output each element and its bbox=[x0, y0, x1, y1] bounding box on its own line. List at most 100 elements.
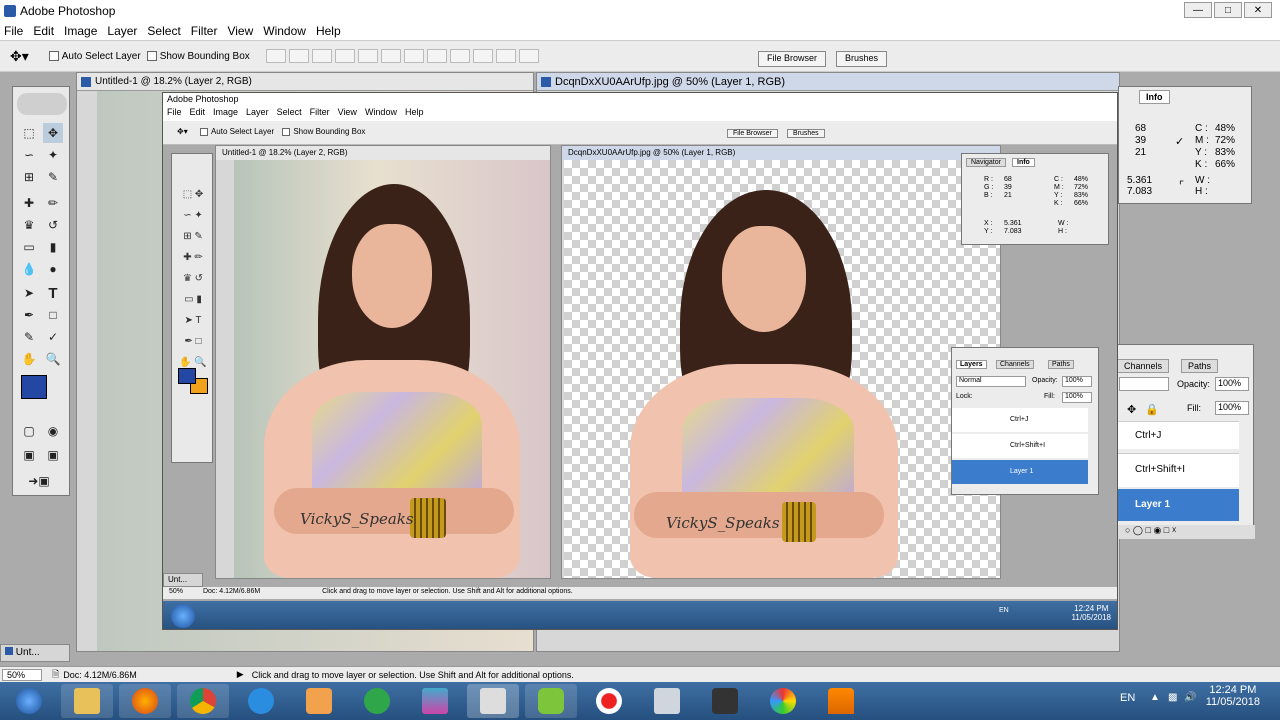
inner-tool-grid[interactable]: ⬚ ✥ ∽ ✦ ⊞ ✎ ✚ ✏ ♛ ↺ ▭ ▮ ➤ T ✒ □ ✋ 🔍 bbox=[174, 184, 212, 373]
inner-layer-row[interactable]: Ctrl+Shift+I bbox=[952, 434, 1088, 458]
inner-fill-input[interactable]: 100% bbox=[1062, 392, 1092, 403]
inner-show-bounding-checkbox[interactable]: Show Bounding Box bbox=[282, 127, 365, 136]
screen-mode-icon[interactable]: ▣ bbox=[19, 445, 39, 465]
move-tool-preset-icon[interactable]: ✥▾ bbox=[10, 48, 29, 65]
brush-tool-icon[interactable]: ✏ bbox=[43, 193, 63, 213]
inner-menu-layer[interactable]: Layer bbox=[246, 107, 269, 121]
start-button[interactable] bbox=[3, 684, 55, 718]
menu-view[interactable]: View bbox=[227, 24, 253, 38]
distribute-top-icon[interactable] bbox=[403, 49, 424, 63]
inner-navigator-tab[interactable]: Navigator bbox=[966, 158, 1006, 167]
inner-minimized-document-tab[interactable]: Unt... bbox=[163, 573, 203, 587]
marquee-tool-icon[interactable]: ⬚ bbox=[19, 123, 39, 143]
align-right-icon[interactable] bbox=[380, 49, 401, 63]
maximize-button[interactable]: □ bbox=[1214, 2, 1242, 18]
taskbar-camtasia[interactable] bbox=[525, 684, 577, 718]
taskbar-chrome[interactable] bbox=[177, 684, 229, 718]
taskbar-app-green[interactable] bbox=[351, 684, 403, 718]
inner-brushes-tab[interactable]: Brushes bbox=[787, 129, 825, 138]
align-left-icon[interactable] bbox=[334, 49, 355, 63]
layer-row-selected[interactable]: Layer 1 bbox=[1115, 489, 1239, 521]
inner-document-untitled[interactable]: Untitled-1 @ 18.2% (Layer 2, RGB) VickyS… bbox=[215, 145, 551, 579]
inner-auto-select-checkbox[interactable]: Auto Select Layer bbox=[199, 127, 274, 136]
notes-tool-icon[interactable]: ✎ bbox=[19, 327, 39, 347]
info-tab[interactable]: Info bbox=[1139, 90, 1170, 104]
inner-zoom-level[interactable]: 50% bbox=[169, 588, 183, 595]
taskbar-firefox[interactable] bbox=[119, 684, 171, 718]
taskbar-calculator[interactable] bbox=[641, 684, 693, 718]
volume-icon[interactable]: 🔊 bbox=[1184, 692, 1196, 703]
inner-layer-row-selected[interactable]: Layer 1 bbox=[952, 460, 1088, 484]
clone-stamp-icon[interactable]: ♛ bbox=[19, 215, 39, 235]
inner-menu-file[interactable]: File bbox=[167, 107, 182, 121]
taskbar-media[interactable] bbox=[293, 684, 345, 718]
taskbar-recorder[interactable] bbox=[583, 684, 635, 718]
inner-menu-view[interactable]: View bbox=[338, 107, 357, 121]
quickmask-mode-icon[interactable]: ◉ bbox=[43, 421, 63, 441]
move-tool-icon[interactable]: ✥ bbox=[43, 123, 63, 143]
inner-clock[interactable]: 12:24 PM 11/05/2018 bbox=[1072, 604, 1111, 622]
zoom-tool-icon[interactable]: 🔍 bbox=[43, 349, 63, 369]
taskbar-paint[interactable] bbox=[757, 684, 809, 718]
close-button[interactable]: ✕ bbox=[1244, 2, 1272, 18]
menu-edit[interactable]: Edit bbox=[33, 24, 54, 38]
inner-layers-tab[interactable]: Layers bbox=[956, 360, 987, 369]
file-browser-tab[interactable]: File Browser bbox=[758, 51, 827, 67]
inner-menu-help[interactable]: Help bbox=[405, 107, 424, 121]
fill-input[interactable]: 100% bbox=[1215, 401, 1249, 415]
inner-document-jpg[interactable]: DcqnDxXU0AArUfp.jpg @ 50% (Layer 1, RGB)… bbox=[561, 145, 1001, 579]
taskbar-explorer[interactable] bbox=[61, 684, 113, 718]
eraser-tool-icon[interactable]: ▭ bbox=[19, 237, 39, 257]
align-top-icon[interactable] bbox=[265, 49, 286, 63]
hand-tool-icon[interactable]: ✋ bbox=[19, 349, 39, 369]
inner-language-indicator[interactable]: EN bbox=[999, 607, 1009, 614]
gradient-tool-icon[interactable]: ▮ bbox=[43, 237, 63, 257]
fullscreen-mode-icon[interactable]: ▣ bbox=[43, 445, 63, 465]
lock-all-icon[interactable]: 🔒 bbox=[1145, 403, 1159, 416]
distribute-bottom-icon[interactable] bbox=[449, 49, 470, 63]
menu-window[interactable]: Window bbox=[263, 24, 306, 38]
minimized-document-tab[interactable]: Unt... bbox=[0, 644, 70, 662]
type-tool-icon[interactable]: T bbox=[43, 283, 63, 303]
history-brush-icon[interactable]: ↺ bbox=[43, 215, 63, 235]
jump-to-imageready-icon[interactable]: ➜▣ bbox=[19, 471, 59, 491]
path-selection-icon[interactable]: ➤ bbox=[19, 283, 39, 303]
inner-menu-edit[interactable]: Edit bbox=[190, 107, 206, 121]
menu-select[interactable]: Select bbox=[147, 24, 180, 38]
inner-blend-select[interactable]: Normal bbox=[956, 376, 1026, 387]
minimize-button[interactable]: — bbox=[1184, 2, 1212, 18]
clock[interactable]: 12:24 PM 11/05/2018 bbox=[1206, 684, 1260, 708]
inner-menu-image[interactable]: Image bbox=[213, 107, 238, 121]
lasso-tool-icon[interactable]: ∽ bbox=[19, 145, 39, 165]
inner-opacity-input[interactable]: 100% bbox=[1062, 376, 1092, 387]
network-icon[interactable]: ▩ bbox=[1168, 692, 1177, 703]
layer-row[interactable]: Ctrl+J bbox=[1115, 421, 1239, 449]
distribute-hcenter-icon[interactable] bbox=[495, 49, 516, 63]
lock-position-icon[interactable]: ✥ bbox=[1127, 403, 1136, 416]
zoom-level[interactable]: 50% bbox=[2, 668, 42, 681]
inner-start-button[interactable] bbox=[171, 604, 195, 628]
adobe-eye-icon[interactable] bbox=[17, 93, 67, 115]
inner-move-preset-icon[interactable]: ✥▾ bbox=[177, 127, 188, 136]
language-indicator[interactable]: EN bbox=[1120, 692, 1135, 704]
inner-file-browser-tab[interactable]: File Browser bbox=[727, 129, 778, 138]
layer-row[interactable]: Ctrl+Shift+I bbox=[1115, 453, 1239, 487]
taskbar-vlc[interactable] bbox=[815, 684, 867, 718]
taskbar-gallery[interactable] bbox=[409, 684, 461, 718]
align-hcenter-icon[interactable] bbox=[357, 49, 378, 63]
show-bounding-checkbox[interactable]: Show Bounding Box bbox=[146, 51, 250, 62]
distribute-left-icon[interactable] bbox=[472, 49, 493, 63]
inner-menu-filter[interactable]: Filter bbox=[310, 107, 330, 121]
foreground-color-swatch[interactable] bbox=[21, 375, 47, 399]
distribute-right-icon[interactable] bbox=[518, 49, 539, 63]
inner-menu-window[interactable]: Window bbox=[365, 107, 397, 121]
menu-help[interactable]: Help bbox=[316, 24, 341, 38]
dodge-tool-icon[interactable]: ● bbox=[43, 259, 63, 279]
menu-filter[interactable]: Filter bbox=[191, 24, 218, 38]
blur-tool-icon[interactable]: 💧 bbox=[19, 259, 39, 279]
align-bottom-icon[interactable] bbox=[311, 49, 332, 63]
inner-info-tab[interactable]: Info bbox=[1012, 158, 1035, 167]
inner-channels-tab[interactable]: Channels bbox=[996, 360, 1034, 369]
healing-brush-icon[interactable]: ✚ bbox=[19, 193, 39, 213]
align-vcenter-icon[interactable] bbox=[288, 49, 309, 63]
